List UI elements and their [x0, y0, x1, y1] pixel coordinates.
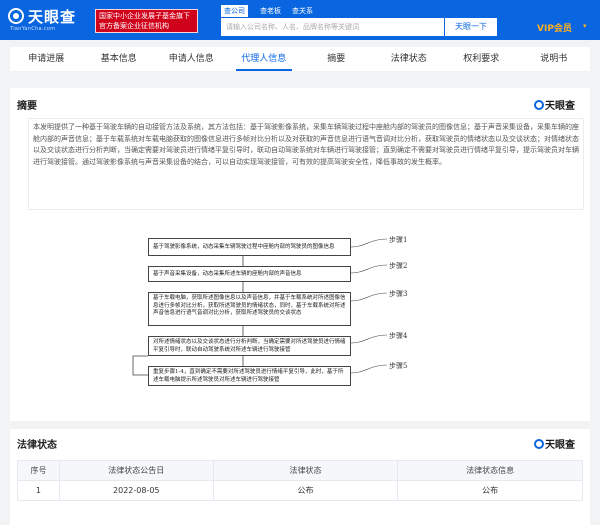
table-row: 1 2022-08-05 公布 公布 — [17, 480, 583, 501]
tab-application-progress[interactable]: 申请进展 — [10, 47, 83, 71]
search-tab-boss[interactable]: 查老板 — [257, 5, 284, 17]
flow-step-1-label: 步骤1 — [389, 236, 408, 244]
flow-step-1: 基于驾驶影像系统，动态采集车辆驾驶过程中座舱内部的驾驶员的图像信息 — [148, 238, 351, 256]
search-input[interactable] — [221, 18, 444, 36]
patent-tabs: 申请进展 基本信息 申请人信息 代理人信息 摘要 法律状态 权利要求 说明书 — [10, 47, 590, 71]
logo-subtext: TianYanCha.com — [10, 26, 56, 32]
tianyancha-badge: 天眼查 — [534, 97, 575, 112]
top-header: 天眼查 TianYanCha.com 国家中小企业发展子基金旗下 官方备案企业征… — [0, 0, 600, 40]
flow-step-5-label: 步骤5 — [389, 362, 408, 370]
content-card: 摘要 天眼查 本发明提供了一种基于驾驶车辆的自动接管方法及系统，其方法包括：基于… — [10, 88, 590, 525]
tab-applicant-info[interactable]: 申请人信息 — [155, 47, 228, 71]
flow-step-3-label: 步骤3 — [389, 290, 408, 298]
eye-logo-icon — [8, 8, 24, 24]
tab-abstract[interactable]: 摘要 — [300, 47, 373, 71]
legal-status-table: 序号 法律状态公告日 法律状态 法律状态信息 1 2022-08-05 公布 公… — [17, 460, 583, 501]
abstract-title: 摘要 — [17, 101, 37, 112]
logo-text: 天眼查 — [28, 8, 77, 26]
vip-member-link[interactable]: VIP会员 — [537, 21, 572, 34]
legal-status-title: 法律状态 — [17, 440, 57, 451]
column-header: 法律状态 — [212, 460, 399, 481]
tab-basic-info[interactable]: 基本信息 — [83, 47, 156, 71]
banner-line-1: 国家中小企业发展子基金旗下 — [99, 12, 190, 20]
flow-step-5: 重复步骤1-4，直到确定不需要对所述驾驶员进行情绪平复引导，此时，基于所述车载电… — [148, 366, 351, 386]
badge-text: 天眼查 — [545, 101, 575, 112]
flow-step-2-label: 步骤2 — [389, 262, 408, 270]
flow-step-4-label: 步骤4 — [389, 332, 408, 340]
column-header: 法律状态公告日 — [58, 460, 214, 481]
badge-text: 天眼查 — [545, 440, 575, 451]
abstract-text: 本发明提供了一种基于驾驶车辆的自动接管方法及系统，其方法包括：基于驾驶影像系统，… — [28, 118, 584, 210]
cell-status: 公布 — [212, 480, 399, 501]
tianyancha-logo-icon — [534, 100, 544, 110]
cell-status-info: 公布 — [397, 480, 583, 501]
tab-legal-status[interactable]: 法律状态 — [373, 47, 446, 71]
site-logo[interactable]: 天眼查 TianYanCha.com — [8, 6, 92, 36]
section-divider — [10, 421, 590, 429]
cell-date: 2022-08-05 — [58, 480, 214, 501]
tab-description[interactable]: 说明书 — [518, 47, 591, 71]
column-header: 法律状态信息 — [397, 460, 583, 481]
flow-step-3: 基于车载电脑，获取所述图像信息以及声音信息，并基于车载系统对所述图像信息进行多帧… — [148, 292, 351, 326]
table-header-row: 序号 法律状态公告日 法律状态 法律状态信息 — [17, 460, 583, 481]
flow-step-4: 对所述情绪状态以及交谈状态进行分析判断，当确定需要对所述驾驶员进行情绪平复引导时… — [148, 336, 351, 356]
banner-line-2: 官方备案企业征信机构 — [99, 22, 169, 30]
column-header: 序号 — [17, 460, 60, 481]
tab-agent-info[interactable]: 代理人信息 — [228, 47, 301, 71]
search-tab-relation[interactable]: 查关系 — [289, 5, 316, 17]
promo-banner[interactable]: 国家中小企业发展子基金旗下 官方备案企业征信机构 — [95, 9, 198, 33]
search-tab-company[interactable]: 查公司 — [221, 5, 248, 17]
tianyancha-badge-legal: 天眼查 — [534, 436, 575, 451]
tianyancha-logo-icon — [534, 439, 544, 449]
chevron-down-icon[interactable]: ▾ — [583, 22, 587, 30]
search-button[interactable]: 天眼一下 — [444, 18, 497, 36]
abstract-figure: 基于驾驶影像系统，动态采集车辆驾驶过程中座舱内部的驾驶员的图像信息 步骤1 基于… — [125, 233, 485, 393]
cell-index: 1 — [17, 480, 60, 501]
flow-step-2: 基于声音采集设备，动态采集所述车辆的座舱内部的声音信息 — [148, 266, 351, 282]
tab-claims[interactable]: 权利要求 — [445, 47, 518, 71]
